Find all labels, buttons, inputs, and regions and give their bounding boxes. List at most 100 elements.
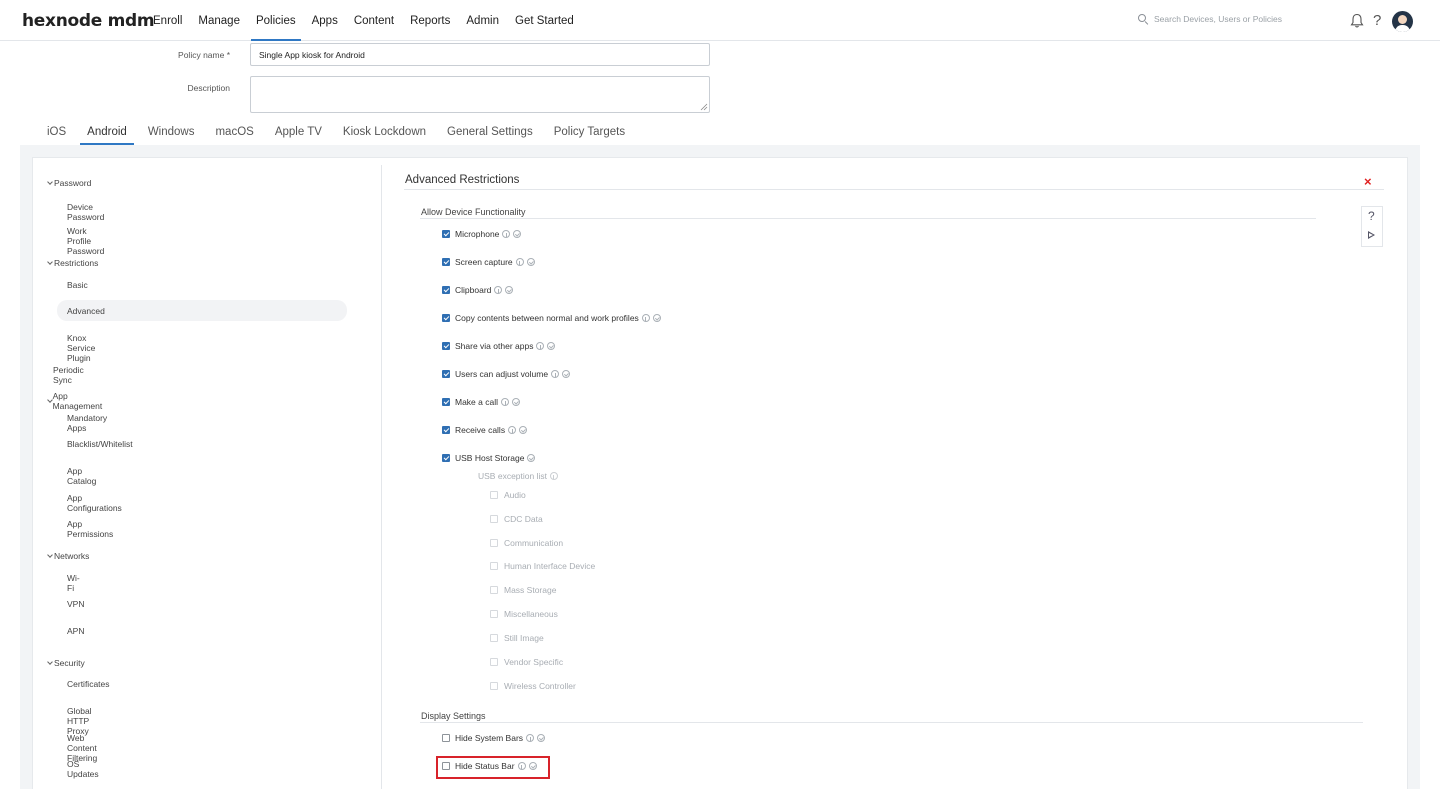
info-icon[interactable] bbox=[641, 314, 650, 322]
tab-general-settings[interactable]: General Settings bbox=[440, 121, 540, 145]
screen-capture-checkbox[interactable] bbox=[442, 258, 450, 266]
sidebar-item-blacklist-whitelist[interactable]: Blacklist/Whitelist bbox=[67, 439, 133, 449]
policy-name-input[interactable] bbox=[250, 43, 710, 66]
play-icon[interactable] bbox=[1368, 231, 1375, 239]
panel-title: Advanced Restrictions bbox=[405, 174, 520, 186]
still-image-checkbox[interactable] bbox=[490, 634, 498, 642]
resize-handle-icon[interactable] bbox=[700, 103, 708, 111]
check-circle-icon[interactable] bbox=[526, 258, 535, 266]
sidebar-item-mandatory-apps[interactable]: Mandatory Apps bbox=[67, 413, 107, 433]
policy-card bbox=[32, 157, 1408, 789]
clipboard-checkbox[interactable] bbox=[442, 286, 450, 294]
sidebar-item-basic[interactable]: Basic bbox=[67, 280, 88, 290]
human-interface-device-checkbox[interactable] bbox=[490, 562, 498, 570]
description-textarea[interactable] bbox=[250, 76, 710, 113]
info-icon[interactable] bbox=[515, 258, 524, 266]
sidebar-item-app-catalog[interactable]: App Catalog bbox=[67, 466, 96, 486]
sidebar-item-os-updates[interactable]: OS Updates bbox=[67, 759, 99, 779]
hexnode-logo[interactable]: hexnode mdm bbox=[22, 11, 155, 31]
communication-checkbox[interactable] bbox=[490, 539, 498, 547]
check-circle-icon[interactable] bbox=[652, 314, 661, 322]
usb-exception-list: USB exception list bbox=[478, 471, 558, 481]
option-label: Microphone bbox=[455, 229, 500, 239]
sidebar-section-password[interactable]: Password bbox=[47, 178, 91, 188]
copy-contents-checkbox[interactable] bbox=[442, 314, 450, 322]
sidebar-item-app-permissions[interactable]: App Permissions bbox=[67, 519, 113, 539]
nav-manage[interactable]: Manage bbox=[190, 0, 248, 41]
sidebar-item-work-profile-password[interactable]: Work Profile Password bbox=[67, 226, 104, 256]
sidebar-section-app-management[interactable]: App Management bbox=[47, 391, 104, 411]
sidebar-item-apn[interactable]: APN bbox=[67, 626, 84, 636]
microphone-checkbox[interactable] bbox=[442, 230, 450, 238]
sidebar-item-periodic-sync[interactable]: Periodic Sync bbox=[53, 365, 84, 385]
nav-admin[interactable]: Admin bbox=[458, 0, 507, 41]
avatar[interactable] bbox=[1392, 11, 1413, 32]
audio-checkbox[interactable] bbox=[490, 491, 498, 499]
nav-get-started[interactable]: Get Started bbox=[507, 0, 582, 41]
info-icon[interactable] bbox=[502, 230, 511, 238]
check-circle-icon[interactable] bbox=[537, 734, 546, 742]
nav-policies[interactable]: Policies bbox=[248, 0, 304, 41]
miscellaneous-checkbox[interactable] bbox=[490, 610, 498, 618]
nav-enroll[interactable]: Enroll bbox=[145, 0, 190, 41]
help-icon[interactable]: ? bbox=[1368, 209, 1375, 223]
wireless-controller-checkbox[interactable] bbox=[490, 682, 498, 690]
check-circle-icon[interactable] bbox=[562, 370, 571, 378]
option-microphone: Microphone bbox=[442, 229, 522, 239]
cdc-data-checkbox[interactable] bbox=[490, 515, 498, 523]
nav-apps[interactable]: Apps bbox=[304, 0, 346, 41]
sidebar-item-device-password[interactable]: Device Password bbox=[67, 202, 104, 222]
make-a-call-checkbox[interactable] bbox=[442, 398, 450, 406]
sidebar-section-restrictions[interactable]: Restrictions bbox=[47, 258, 98, 268]
tab-kiosk-lockdown[interactable]: Kiosk Lockdown bbox=[336, 121, 433, 145]
info-icon[interactable] bbox=[551, 370, 560, 378]
check-circle-icon[interactable] bbox=[513, 230, 522, 238]
hide-system-bars-checkbox[interactable] bbox=[442, 734, 450, 742]
check-circle-icon[interactable] bbox=[512, 398, 520, 406]
usb-option-label: Wireless Controller bbox=[504, 681, 576, 691]
adjust-volume-checkbox[interactable] bbox=[442, 370, 450, 378]
share-via-other-apps-checkbox[interactable] bbox=[442, 342, 450, 350]
tab-policy-targets[interactable]: Policy Targets bbox=[547, 121, 632, 145]
sidebar-item-vpn[interactable]: VPN bbox=[67, 599, 84, 609]
info-icon[interactable] bbox=[526, 734, 535, 742]
bell-icon[interactable] bbox=[1350, 13, 1364, 29]
info-icon[interactable] bbox=[549, 472, 558, 480]
check-circle-icon[interactable] bbox=[519, 426, 528, 434]
info-icon[interactable] bbox=[501, 398, 509, 406]
sidebar-item-advanced[interactable]: Advanced bbox=[67, 306, 105, 316]
tab-windows[interactable]: Windows bbox=[141, 121, 202, 145]
sidebar-section-networks[interactable]: Networks bbox=[47, 551, 89, 561]
receive-calls-checkbox[interactable] bbox=[442, 426, 450, 434]
vendor-specific-checkbox[interactable] bbox=[490, 658, 498, 666]
option-receive-calls: Receive calls bbox=[442, 425, 528, 435]
sidebar-section-security[interactable]: Security bbox=[47, 658, 85, 668]
sidebar-section-label: Networks bbox=[54, 551, 90, 561]
help-icon[interactable]: ? bbox=[1373, 12, 1381, 29]
tab-apple-tv[interactable]: Apple TV bbox=[268, 121, 329, 145]
nav-reports[interactable]: Reports bbox=[402, 0, 458, 41]
sidebar-item-wifi[interactable]: Wi-Fi bbox=[67, 573, 80, 593]
sidebar-item-global-http-proxy[interactable]: Global HTTP Proxy bbox=[67, 706, 92, 736]
sidebar-item-app-configurations[interactable]: App Configurations bbox=[67, 493, 122, 513]
check-circle-icon[interactable] bbox=[547, 342, 556, 350]
info-icon[interactable] bbox=[508, 426, 517, 434]
option-adjust-volume: Users can adjust volume bbox=[442, 369, 571, 379]
tab-ios[interactable]: iOS bbox=[40, 121, 73, 145]
platform-tabs: iOS Android Windows macOS Apple TV Kiosk… bbox=[40, 121, 639, 145]
info-icon[interactable] bbox=[536, 342, 545, 350]
chevron-down-icon bbox=[47, 660, 53, 666]
mass-storage-checkbox[interactable] bbox=[490, 586, 498, 594]
info-icon[interactable] bbox=[494, 286, 503, 294]
usb-option-label: CDC Data bbox=[504, 514, 543, 524]
tab-macos[interactable]: macOS bbox=[208, 121, 260, 145]
search-input[interactable] bbox=[1154, 14, 1324, 24]
nav-content[interactable]: Content bbox=[346, 0, 402, 41]
close-icon[interactable]: × bbox=[1364, 174, 1372, 189]
check-circle-icon[interactable] bbox=[527, 454, 536, 462]
check-circle-icon[interactable] bbox=[505, 286, 514, 294]
sidebar-item-certificates[interactable]: Certificates bbox=[67, 679, 110, 689]
usb-host-storage-checkbox[interactable] bbox=[442, 454, 450, 462]
sidebar-item-knox-service-plugin[interactable]: Knox Service Plugin bbox=[67, 333, 95, 363]
tab-android[interactable]: Android bbox=[80, 121, 134, 145]
